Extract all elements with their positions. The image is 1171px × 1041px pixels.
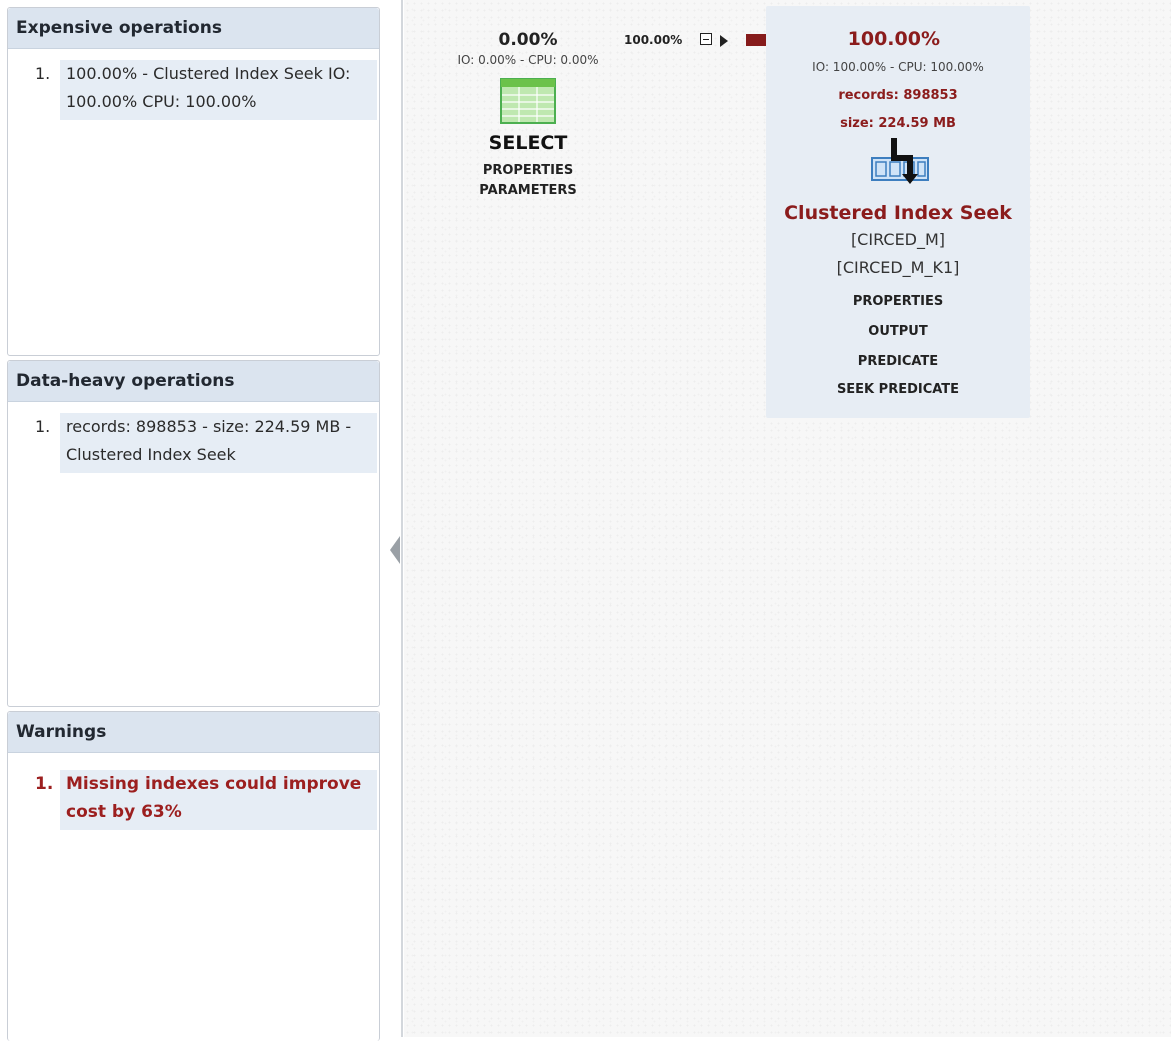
expensive-operations-panel: Expensive operations 1. 100.00% - Cluste… [7, 7, 380, 356]
select-parameters-link[interactable]: PARAMETERS [438, 176, 618, 206]
seek-seek-predicate-link[interactable]: SEEK PREDICATE [766, 382, 1030, 397]
connector-percent: 100.00% [624, 33, 683, 47]
warnings-panel: Warnings 1. Missing indexes could improv… [7, 711, 380, 1041]
seek-predicate-link[interactable]: PREDICATE [766, 354, 1030, 369]
list-item[interactable]: 1. records: 898853 - size: 224.59 MB - C… [27, 413, 377, 473]
item-number: 1. [35, 774, 54, 794]
seek-properties-link[interactable]: PROPERTIES [766, 294, 1030, 309]
seek-size: size: 224.59 MB [840, 116, 956, 131]
select-io-cpu: IO: 0.00% - CPU: 0.00% [457, 53, 599, 67]
collapse-sidebar-icon[interactable] [390, 536, 400, 564]
splitter-line [401, 0, 403, 1037]
select-node[interactable]: 0.00% IO: 0.00% - CPU: 0.00% SELECT PROP… [438, 28, 618, 206]
seek-cost-percent: 100.00% [847, 28, 940, 50]
seek-io-cpu: IO: 100.00% - CPU: 100.00% [812, 60, 984, 74]
select-cost-percent: 0.00% [498, 30, 558, 50]
seek-object-index: [CIRCED_M_K1] [836, 258, 960, 277]
seek-output-link[interactable]: OUTPUT [766, 324, 1030, 339]
collapse-node-icon[interactable] [700, 33, 712, 45]
item-text: Missing indexes could improve cost by 63… [60, 770, 377, 830]
panel-header: Data-heavy operations [8, 361, 379, 402]
execution-plan-canvas[interactable]: 0.00% IO: 0.00% - CPU: 0.00% SELECT PROP… [404, 0, 1171, 1037]
seek-object-table: [CIRCED_M] [850, 230, 946, 249]
list-item[interactable]: 1. 100.00% - Clustered Index Seek IO: 10… [27, 60, 377, 120]
table-icon [500, 78, 556, 124]
item-number: 1. [35, 64, 51, 83]
panel-header: Warnings [8, 712, 379, 753]
panel-splitter[interactable] [388, 0, 404, 1037]
clustered-index-seek-node[interactable]: 100.00% IO: 100.00% - CPU: 100.00% recor… [766, 6, 1030, 418]
item-number: 1. [35, 417, 51, 436]
sidebar: Expensive operations 1. 100.00% - Cluste… [0, 0, 388, 1041]
item-text: 100.00% - Clustered Index Seek IO: 100.0… [60, 60, 377, 120]
select-op-title: SELECT [488, 132, 568, 154]
data-heavy-operations-panel: Data-heavy operations 1. records: 898853… [7, 360, 380, 707]
item-text: records: 898853 - size: 224.59 MB - Clus… [60, 413, 377, 473]
clustered-index-seek-icon [871, 138, 929, 184]
arrow-right-icon [720, 35, 728, 47]
seek-records: records: 898853 [838, 88, 958, 103]
panel-header: Expensive operations [8, 8, 379, 49]
warning-item[interactable]: 1. Missing indexes could improve cost by… [27, 770, 377, 830]
seek-op-title: Clustered Index Seek [784, 202, 1012, 224]
